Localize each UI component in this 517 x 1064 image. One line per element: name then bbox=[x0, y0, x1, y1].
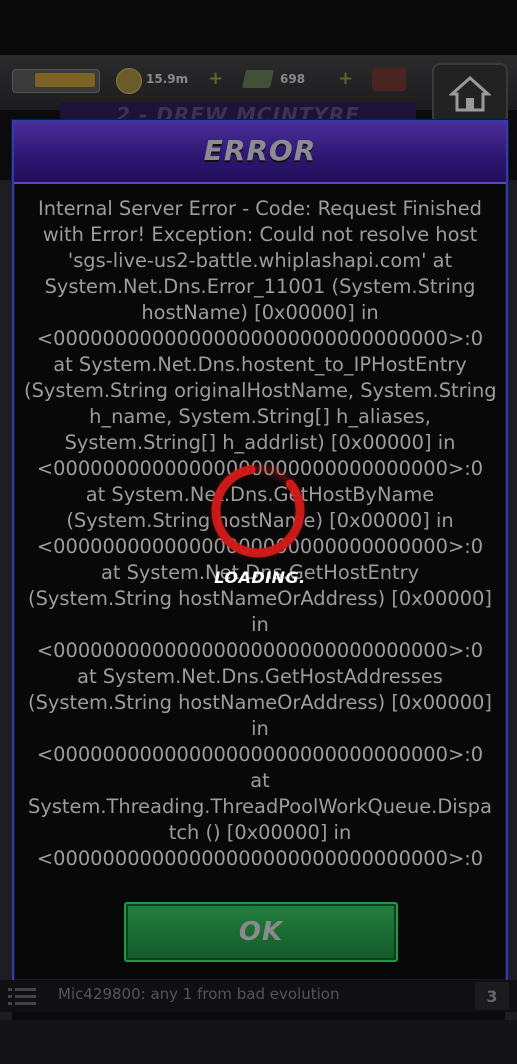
error-message-line: in bbox=[251, 717, 269, 740]
energy-bar bbox=[12, 69, 100, 93]
status-bar bbox=[0, 0, 517, 55]
error-message-line: hostName) [0x00000] in bbox=[141, 301, 379, 324]
error-message-line: (System.String hostNameOrAddress) [0x000… bbox=[28, 587, 492, 610]
error-message-line: System.String[] h_addrlist) [0x00000] in bbox=[64, 431, 456, 454]
error-message-line: Internal Server Error - Code: Request Fi… bbox=[38, 197, 482, 220]
loading-label: LOADING. bbox=[214, 568, 306, 587]
error-message-line: tch () [0x00000] in bbox=[168, 821, 352, 844]
chat-list-icon[interactable] bbox=[8, 986, 36, 1008]
error-message-line: (System.String originalHostName, System.… bbox=[24, 379, 496, 402]
gift-icon[interactable] bbox=[372, 67, 406, 91]
ok-button[interactable]: OK bbox=[124, 902, 398, 962]
error-message-line: h_name, System.String[] h_aliases, bbox=[89, 405, 431, 428]
chat-count-badge[interactable]: 3 bbox=[475, 982, 509, 1010]
error-message-line: <00000000000000000000000000000000>:0 bbox=[36, 847, 484, 870]
home-button[interactable] bbox=[432, 63, 508, 125]
background-panel-left bbox=[0, 180, 12, 1060]
chat-bar[interactable]: Mic429800: any 1 from bad evolution 3 bbox=[0, 980, 517, 1012]
error-message-line: in bbox=[251, 613, 269, 636]
error-message-line: at System.Net.Dns.GetHostAddresses bbox=[77, 665, 443, 688]
add-coins-icon[interactable]: + bbox=[208, 70, 224, 88]
dialog-title: ERROR bbox=[203, 134, 317, 167]
error-message-line: with Error! Exception: Could not resolve… bbox=[42, 223, 478, 246]
error-message-line: (System.String hostNameOrAddress) [0x000… bbox=[28, 691, 492, 714]
error-message-line: <00000000000000000000000000000000>:0 bbox=[36, 327, 484, 350]
coin-count: 15.9m bbox=[146, 72, 189, 86]
error-message-line: System.Net.Dns.Error_11001 (System.Strin… bbox=[44, 275, 476, 298]
chat-message: Mic429800: any 1 from bad evolution bbox=[58, 985, 340, 1003]
cash-icon bbox=[242, 70, 274, 88]
error-message-line: <00000000000000000000000000000000>:0 bbox=[36, 639, 484, 662]
error-message-line: at System.Net.Dns.hostent_to_IPHostEntry bbox=[53, 353, 467, 376]
loading-spinner-icon bbox=[208, 461, 308, 561]
error-message-line: at bbox=[250, 769, 270, 792]
ok-button-label: OK bbox=[238, 917, 284, 947]
home-icon bbox=[449, 75, 491, 112]
error-message-line: 'sgs-live-us2-battle.whiplashapi.com' at bbox=[67, 249, 453, 272]
coin-icon bbox=[116, 68, 142, 94]
add-cash-icon[interactable]: + bbox=[338, 70, 354, 88]
bottom-strip bbox=[0, 1020, 517, 1064]
cash-count: 698 bbox=[280, 72, 306, 86]
dialog-header: ERROR bbox=[14, 122, 506, 184]
error-message-line: System.Threading.ThreadPoolWorkQueue.Dis… bbox=[28, 795, 492, 818]
error-message-line: <00000000000000000000000000000000>:0 bbox=[36, 743, 484, 766]
